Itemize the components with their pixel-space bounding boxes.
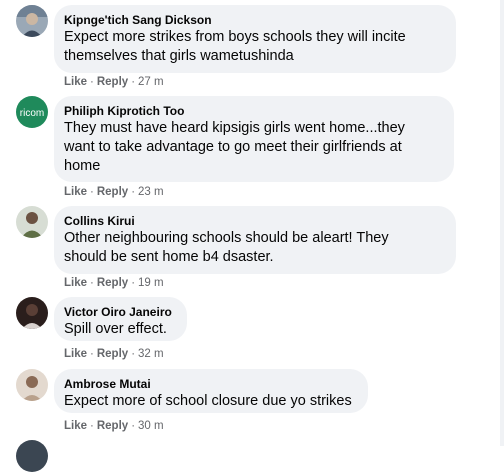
reply-button[interactable]: Reply (97, 420, 128, 432)
comment-bubble: Collins Kirui Other neighbouring schools… (54, 206, 456, 274)
comment-actions: Like · Reply · 23 m (64, 185, 164, 199)
separator-dot: · (90, 186, 94, 198)
comment-time[interactable]: 27 m (138, 76, 164, 88)
comment-text-line: They must have heard kipsigis girls went… (64, 120, 405, 136)
comment-text-line: Spill over effect. (64, 321, 167, 337)
avatar-logo-text: ricom (20, 108, 44, 119)
comment-author[interactable]: Ambrose Mutai (64, 376, 356, 392)
comment-text-line: Expect more of school closure due yo str… (64, 393, 352, 409)
comment-author[interactable]: Collins Kirui (64, 213, 444, 229)
comment-bubble: Kipnge'tich Sang Dickson Expect more str… (54, 5, 456, 73)
comment-text-line: Expect more strikes from boys schools th… (64, 29, 406, 45)
like-button[interactable]: Like (64, 186, 87, 198)
comment-text-line: themselves that girls wametushinda (64, 48, 294, 64)
comment-bubble: Philiph Kiprotich Too They must have hea… (54, 96, 454, 182)
comment-time[interactable]: 32 m (138, 348, 164, 360)
comment-time[interactable]: 23 m (138, 186, 164, 198)
like-button[interactable]: Like (64, 277, 87, 289)
separator-dot: · (131, 186, 136, 198)
comment-actions: Like · Reply · 32 m (64, 347, 164, 361)
separator-dot: · (131, 348, 136, 360)
comment-text-line: home (64, 158, 101, 174)
comment-bubble: Victor Oiro Janeiro Spill over effect. (54, 297, 187, 341)
comment-author[interactable]: Kipnge'tich Sang Dickson (64, 12, 444, 28)
comment-text-line: should be sent home b4 dsaster. (64, 249, 274, 265)
avatar[interactable] (16, 297, 48, 329)
separator-dot: · (90, 277, 94, 289)
reply-button[interactable]: Reply (97, 186, 128, 198)
separator-dot: · (131, 420, 136, 432)
avatar[interactable] (16, 440, 48, 472)
comment-text-line: Other neighbouring schools should be ale… (64, 230, 389, 246)
comment-actions: Like · Reply · 19 m (64, 276, 164, 290)
comment-time[interactable]: 30 m (138, 420, 164, 432)
separator-dot: · (131, 76, 136, 88)
scrollbar-track[interactable] (500, 0, 504, 446)
comment-author[interactable]: Philiph Kiprotich Too (64, 103, 442, 119)
reply-button[interactable]: Reply (97, 348, 128, 360)
separator-dot: · (131, 277, 136, 289)
separator-dot: · (90, 420, 94, 432)
separator-dot: · (90, 348, 94, 360)
avatar[interactable] (16, 206, 48, 238)
comment-actions: Like · Reply · 30 m (64, 419, 164, 433)
avatar[interactable] (16, 369, 48, 401)
comment-text-line: want to take advantage to go meet their … (64, 139, 402, 155)
like-button[interactable]: Like (64, 76, 87, 88)
comment-time[interactable]: 19 m (138, 277, 164, 289)
like-button[interactable]: Like (64, 420, 87, 432)
reply-button[interactable]: Reply (97, 76, 128, 88)
avatar[interactable]: ricom (16, 96, 48, 128)
comment-actions: Like · Reply · 27 m (64, 75, 164, 89)
avatar[interactable] (16, 5, 48, 37)
reply-button[interactable]: Reply (97, 277, 128, 289)
comment-author[interactable]: Victor Oiro Janeiro (64, 304, 175, 320)
separator-dot: · (90, 76, 94, 88)
like-button[interactable]: Like (64, 348, 87, 360)
comment-bubble: Ambrose Mutai Expect more of school clos… (54, 369, 368, 413)
